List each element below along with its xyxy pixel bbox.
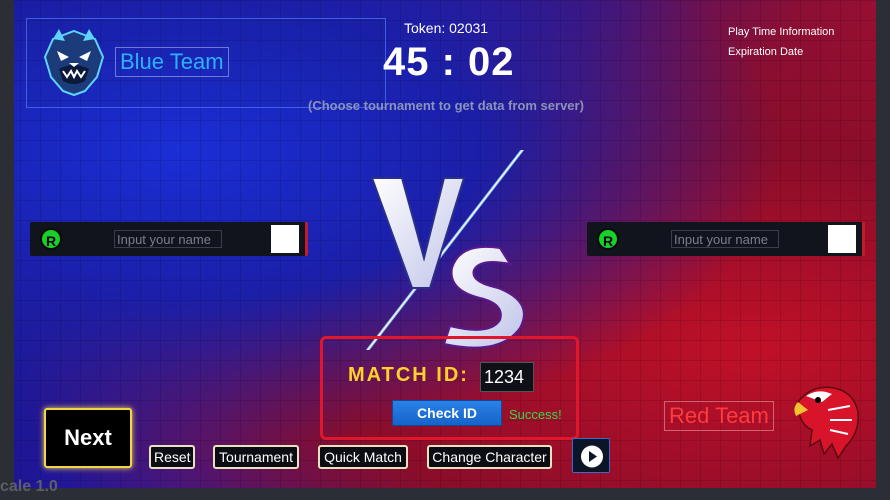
quick-match-button[interactable]: Quick Match: [318, 445, 408, 469]
check-id-button[interactable]: Check ID: [392, 400, 502, 426]
play-time-info: Play Time Information: [728, 26, 835, 38]
versus-graphic: [365, 150, 525, 350]
left-player-bar: R: [30, 222, 308, 256]
bottom-edge: [0, 488, 890, 500]
reset-button[interactable]: Reset: [149, 445, 195, 469]
blue-team-name[interactable]: Blue Team: [115, 47, 229, 77]
tiger-logo-icon: [43, 29, 105, 97]
next-button[interactable]: Next: [44, 408, 132, 468]
play-icon: [581, 445, 603, 468]
right-edge: [876, 0, 890, 500]
right-player-color-swatch[interactable]: [828, 225, 856, 253]
check-status: Success!: [509, 407, 562, 422]
tournament-hint: (Choose tournament to get data from serv…: [308, 98, 584, 113]
change-character-button[interactable]: Change Character: [427, 445, 552, 469]
razer-badge-icon: R: [597, 228, 619, 250]
razer-badge-icon: R: [40, 228, 62, 250]
expiration-date: Expiration Date: [728, 46, 804, 58]
match-id-input[interactable]: [480, 362, 534, 392]
right-player-bar: R: [587, 222, 865, 256]
blue-team-panel: Blue Team: [26, 18, 386, 108]
red-team-name[interactable]: Red Team: [664, 401, 774, 431]
token-label: Token: 02031: [404, 20, 489, 36]
match-timer: 45 : 02: [383, 40, 515, 84]
eagle-logo-icon: [794, 386, 859, 460]
match-id-label: MATCH ID:: [348, 364, 469, 386]
left-edge: [0, 0, 14, 500]
left-player-name-input[interactable]: [114, 230, 222, 248]
left-player-color-swatch[interactable]: [271, 225, 299, 253]
version-label: cale 1.0: [0, 478, 58, 495]
play-button[interactable]: [572, 438, 610, 473]
right-player-name-input[interactable]: [671, 230, 779, 248]
tournament-button[interactable]: Tournament: [213, 445, 299, 469]
